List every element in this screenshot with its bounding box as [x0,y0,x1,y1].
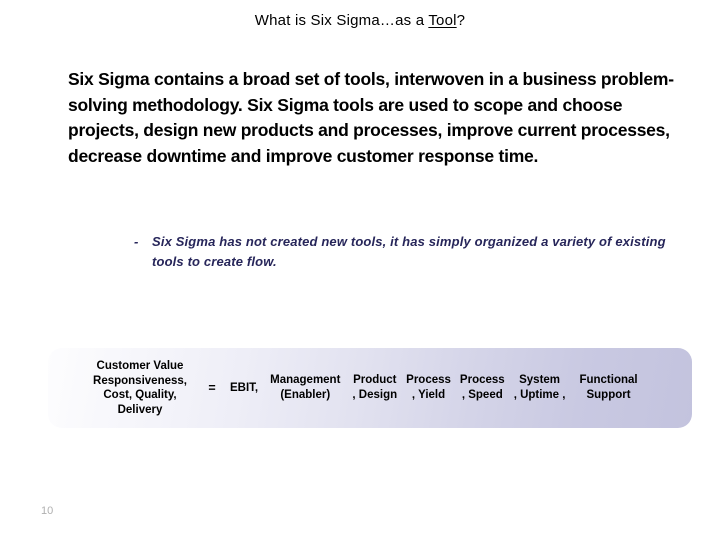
equation-term-system-uptime-bottom: , Uptime , [513,389,566,401]
dash-bullet-icon: - [134,234,139,249]
equation-term-functional-support: Functional Support [579,373,637,403]
page-title-prefix: What is Six Sigma…as a [254,12,429,29]
equals-sign: = [208,381,216,395]
page-title-suffix: ? [456,12,466,29]
equation-term-process-yield-top: Process [406,374,451,386]
page-number: 10 [41,505,54,517]
equation-left-hand-side: Customer Value Responsiveness, Cost, Qua… [86,359,194,417]
page-title-underlined-word: Tool [428,12,457,29]
equation-term-process-speed-bottom: , Speed [461,389,503,401]
equation-banner: Customer Value Responsiveness, Cost, Qua… [48,348,692,428]
equation-term-system-uptime: System , Uptime , [514,373,566,403]
equation-term-process-speed-top: Process [459,374,505,386]
sub-bullet-text: Six Sigma has not created new tools, it … [152,234,666,269]
body-paragraph: Six Sigma contains a broad set of tools,… [68,69,674,166]
equation-term-functional-support-top: Functional [579,374,638,386]
sub-bullet-item: - Six Sigma has not created new tools, i… [134,232,686,272]
equation-term-process-speed: Process , Speed [460,373,505,403]
body-text-block: Six Sigma contains a broad set of tools,… [68,67,686,169]
equation-lhs-line-4: Delivery [117,403,163,416]
equation-term-management-bottom: (Enabler) [280,389,331,401]
equation-content: Customer Value Responsiveness, Cost, Qua… [48,348,692,428]
equation-term-functional-support-bottom: Support [586,389,631,401]
equation-term-product-design-bottom: , Design [352,389,398,401]
equation-term-process-yield: Process , Yield [406,373,451,403]
equation-lhs-line-3: Cost, Quality, [103,389,177,401]
equation-term-management-top: Management [270,374,341,386]
equation-term-process-yield-bottom: , Yield [411,389,446,401]
equation-lhs-line-1: Customer Value [96,360,184,372]
equation-term-ebit: EBIT, [230,382,259,394]
page-title: What is Six Sigma…as a Tool? [0,12,720,29]
equation-term-management: Management (Enabler) [270,373,340,403]
equation-term-system-uptime-top: System [519,374,561,386]
equation-lhs-line-2: Responsiveness, [93,374,187,387]
equation-term-product-design: Product , Design [352,373,397,403]
equation-term-product-design-top: Product [353,374,397,386]
